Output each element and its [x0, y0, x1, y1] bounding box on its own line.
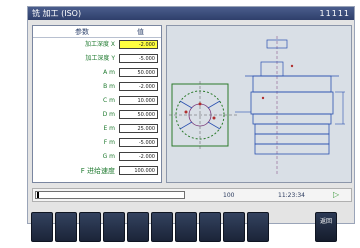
param-value-input[interactable]: 100.000	[119, 166, 158, 175]
param-value-input[interactable]: -5.000	[119, 138, 158, 147]
softkey-2[interactable]	[55, 212, 77, 242]
param-value-input[interactable]: -2.000	[119, 152, 158, 161]
param-value-input[interactable]: -5.000	[119, 54, 158, 63]
param-row[interactable]: G m -2.000	[33, 151, 161, 163]
softkey-5[interactable]	[127, 212, 149, 242]
text-cursor	[37, 192, 39, 198]
softkey-10[interactable]	[247, 212, 269, 242]
command-input[interactable]	[35, 191, 185, 199]
param-label: C m	[103, 97, 115, 104]
param-label: D m	[102, 111, 115, 118]
param-value-input[interactable]: 25.000	[119, 124, 158, 133]
status-bar: 100 11:23:34 ▷	[32, 188, 352, 202]
param-value-input[interactable]: -2.000	[119, 82, 158, 91]
param-label: E m	[103, 125, 115, 132]
softkey-4[interactable]	[103, 212, 125, 242]
toolpath-drawing	[167, 26, 351, 182]
param-label: F m	[103, 139, 115, 146]
param-value-input[interactable]: 10.000	[119, 96, 158, 105]
softkey-bar: 返回	[31, 212, 353, 244]
param-row[interactable]: F 进给速度 100.000	[33, 165, 161, 177]
param-row[interactable]: 加工深度 X -2.000	[33, 39, 161, 51]
cnc-screen: 铣 加工 (ISO) 11111 参数 值 加工深度 X -2.000 加工深度…	[27, 6, 355, 224]
param-row[interactable]: 加工深度 Y -5.000	[33, 53, 161, 65]
status-value: 100	[223, 192, 235, 199]
softkey-8[interactable]	[199, 212, 221, 242]
softkey-7[interactable]	[175, 212, 197, 242]
param-label: F 进给速度	[80, 167, 115, 175]
param-row[interactable]: B m -2.000	[33, 81, 161, 93]
window-title: 铣 加工 (ISO)	[32, 9, 82, 18]
param-label: A m	[103, 69, 115, 76]
param-column-header: 参数	[75, 28, 89, 36]
toolpath-graphic	[166, 25, 352, 183]
softkey-1[interactable]	[31, 212, 53, 242]
parameter-panel: 参数 值 加工深度 X -2.000 加工深度 Y -5.000 A m 50.…	[32, 25, 162, 183]
param-row[interactable]: C m 10.000	[33, 95, 161, 107]
softkey-6[interactable]	[151, 212, 173, 242]
param-row[interactable]: D m 50.000	[33, 109, 161, 121]
param-label: 加工深度 Y	[85, 55, 115, 62]
back-softkey[interactable]: 返回	[315, 212, 337, 242]
param-value-input[interactable]: 50.000	[119, 68, 158, 77]
param-value-input[interactable]: -2.000	[119, 40, 158, 49]
value-column-header: 值	[137, 28, 144, 36]
status-time: 11:23:34	[278, 192, 305, 199]
parameter-header: 参数 值	[33, 26, 161, 38]
param-row[interactable]: E m 25.000	[33, 123, 161, 135]
run-indicator-icon: ▷	[333, 190, 340, 199]
param-row[interactable]: F m -5.000	[33, 137, 161, 149]
param-row[interactable]: A m 50.000	[33, 67, 161, 79]
title-bar: 铣 加工 (ISO) 11111	[28, 7, 354, 20]
param-label: G m	[102, 153, 115, 160]
param-label: B m	[103, 83, 115, 90]
softkey-3[interactable]	[79, 212, 101, 242]
title-code: 11111	[319, 9, 350, 18]
softkey-9[interactable]	[223, 212, 245, 242]
param-label: 加工深度 X	[84, 41, 115, 48]
param-value-input[interactable]: 50.000	[119, 110, 158, 119]
